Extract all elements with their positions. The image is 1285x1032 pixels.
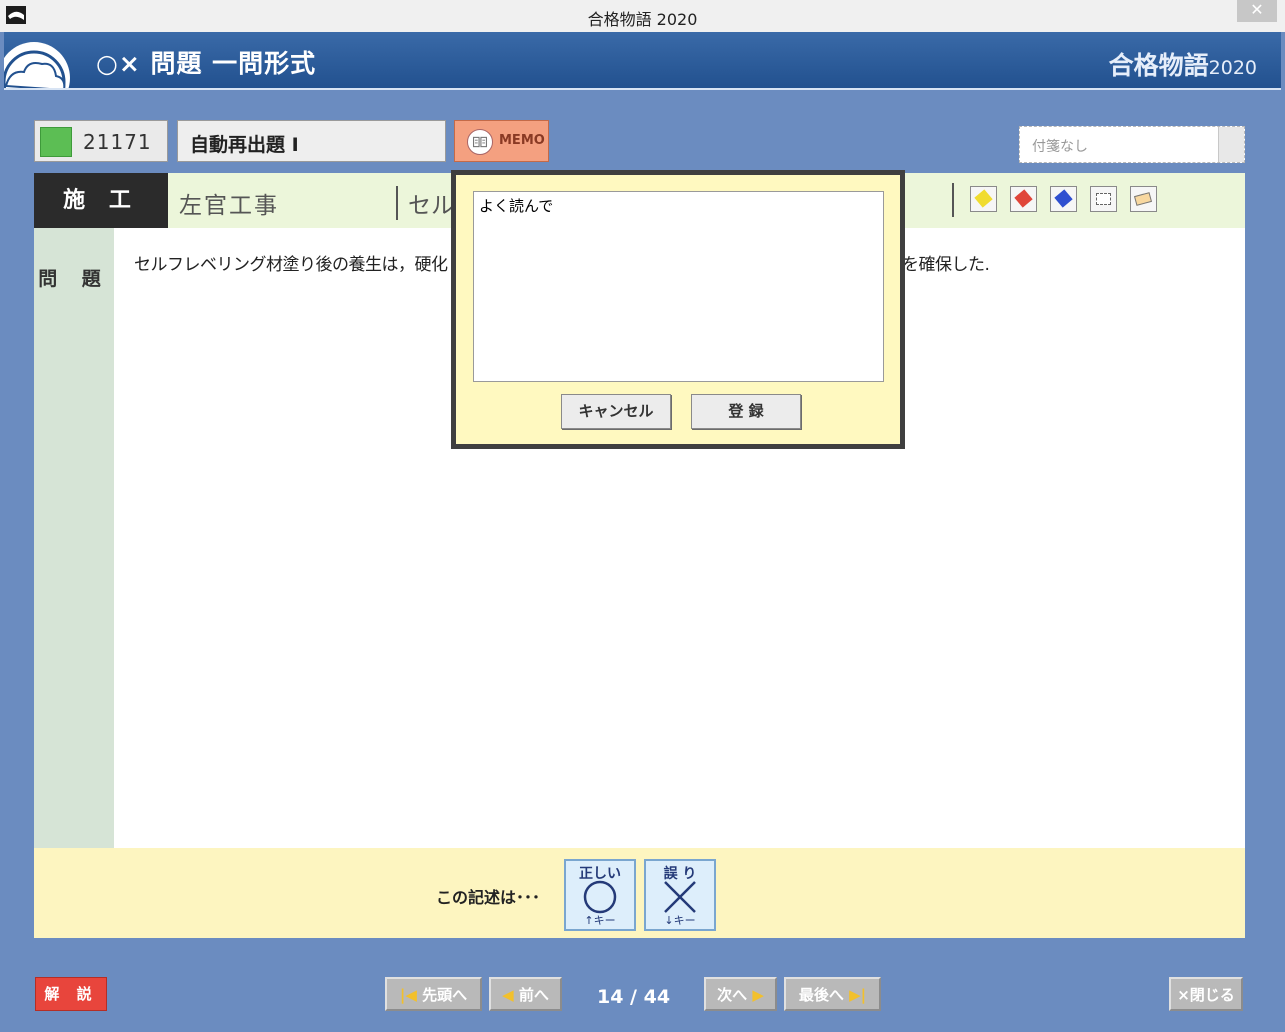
down-key-hint: ↓キー <box>664 914 696 927</box>
category-major: 施 工 <box>34 173 168 228</box>
close-button[interactable]: ×閉じる <box>1169 977 1243 1011</box>
question-id-box: 21171 <box>34 120 168 162</box>
blue-marker-icon[interactable] <box>1050 186 1077 212</box>
sticky-note-dropdown[interactable] <box>1218 127 1244 162</box>
category-topic: セル <box>396 186 454 220</box>
cross-icon <box>664 881 696 913</box>
circle-icon <box>583 880 617 914</box>
window-close-button[interactable]: ✕ <box>1237 0 1277 22</box>
cloud-logo-icon <box>4 42 70 88</box>
up-key-hint: ↑キー <box>584 914 616 927</box>
memo-register-button[interactable]: 登 録 <box>691 394 801 429</box>
memo-label: MEMO <box>499 133 545 148</box>
question-text: セルフレベリング材塗り後の養生は，硬化 を確保した. <box>134 250 990 275</box>
next-arrow-icon: ▶ <box>752 986 764 1004</box>
first-label: 先頭へ <box>422 986 468 1004</box>
prev-label: 前へ <box>518 986 549 1004</box>
window-titlebar: 合格物語 2020 ✕ <box>0 0 1285 32</box>
book-icon <box>467 129 493 155</box>
memo-dialog: よく読んで キャンセル 登 録 <box>451 170 905 449</box>
answer-wrong-button[interactable]: 誤 り ↓キー <box>644 859 716 931</box>
first-arrow-icon: |◀ <box>399 986 417 1004</box>
last-label: 最後へ <box>798 986 844 1004</box>
answer-prompt: この記述は･･･ <box>436 888 541 907</box>
memo-button[interactable]: MEMO <box>454 120 549 162</box>
brand-year: 2020 <box>1208 57 1257 79</box>
app-header: ○× 問題 一問形式 合格物語2020 <box>4 32 1281 90</box>
next-button[interactable]: 次へ ▶ <box>704 977 777 1011</box>
answer-correct-button[interactable]: 正しい ↑キー <box>564 859 636 931</box>
sticky-note-label: 付箋なし <box>1032 139 1088 155</box>
eraser-icon[interactable] <box>1130 186 1157 212</box>
explanation-button[interactable]: 解 説 <box>35 977 107 1011</box>
answer-bar: この記述は･･･ 正しい ↑キー 誤 り ↓キー <box>34 848 1245 938</box>
last-button[interactable]: 最後へ ▶| <box>784 977 881 1011</box>
category-sub: 左官工事 <box>179 193 279 219</box>
brand-name: 合格物語 <box>1108 51 1209 80</box>
previous-button[interactable]: ◀ 前へ <box>489 977 562 1011</box>
status-indicator <box>40 127 72 157</box>
sticky-note-field[interactable]: 付箋なし <box>1019 126 1245 163</box>
page-indicator: 14 / 44 <box>597 986 671 1008</box>
question-text-end: を確保した. <box>902 255 990 275</box>
clear-screen-icon[interactable] <box>1090 186 1117 212</box>
brand-logo: 合格物語2020 <box>1109 46 1257 82</box>
window-title: 合格物語 2020 <box>587 10 698 29</box>
next-label: 次へ <box>717 986 748 1004</box>
question-id: 21171 <box>83 130 152 154</box>
first-button[interactable]: |◀ 先頭へ <box>385 977 482 1011</box>
memo-textarea[interactable]: よく読んで <box>473 191 884 382</box>
last-arrow-icon: ▶| <box>849 986 867 1004</box>
mode-title: ○× 問題 一問形式 <box>96 49 317 78</box>
marker-tools <box>952 183 1157 217</box>
question-text-start: セルフレベリング材塗り後の養生は，硬化 <box>134 255 448 275</box>
prev-arrow-icon: ◀ <box>502 986 514 1004</box>
memo-cancel-button[interactable]: キャンセル <box>561 394 671 429</box>
question-label: 問 題 <box>34 228 114 848</box>
red-marker-icon[interactable] <box>1010 186 1037 212</box>
review-mode-field: 自動再出題 Ⅰ <box>177 120 446 162</box>
yellow-marker-icon[interactable] <box>970 186 997 212</box>
